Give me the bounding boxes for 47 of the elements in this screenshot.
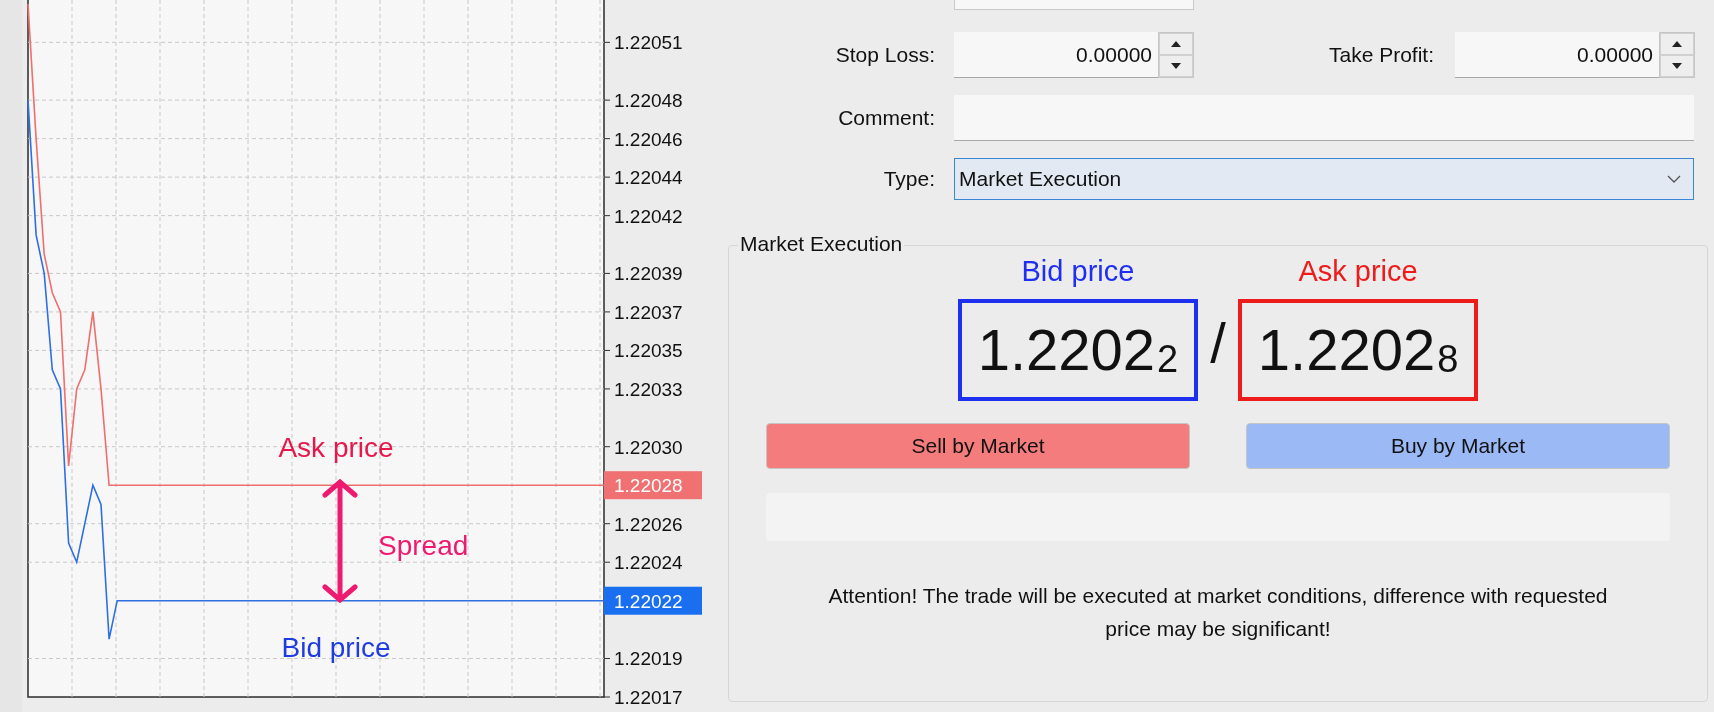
spin-up-button[interactable] (1660, 33, 1694, 55)
spin-up-button[interactable] (1159, 33, 1193, 55)
field-label: Take Profit: (1327, 42, 1434, 69)
pip-digit: 8 (1437, 337, 1459, 382)
axis-label: 1.22042 (614, 205, 683, 227)
triangle-up-icon (1170, 40, 1182, 48)
axis-label: 1.22044 (614, 167, 683, 189)
triangle-up-icon (1671, 40, 1683, 48)
triangle-down-icon (1671, 62, 1683, 70)
number-field[interactable]: 0.00000 (1455, 32, 1659, 78)
price-tag-text: 1.22028 (614, 475, 683, 497)
axis-label: 1.22024 (614, 552, 683, 574)
axis-label: 1.22019 (614, 648, 683, 670)
axis-label: 1.22030 (614, 436, 683, 458)
spin-down-button[interactable] (1660, 55, 1694, 77)
buy-button[interactable]: Buy by Market (1246, 423, 1670, 469)
field-label: Stop Loss: (834, 42, 935, 69)
axis-label: 1.22046 (614, 128, 683, 150)
axis-label: 1.22048 (614, 90, 683, 112)
axis-label: 1.22017 (614, 687, 683, 708)
price-value: 1.2202 (977, 317, 1156, 383)
axis-label: 1.22035 (614, 340, 683, 362)
pip-digit: 2 (1157, 337, 1179, 382)
price-label: Bid price (1021, 254, 1135, 289)
axis-label: 1.22033 (614, 378, 683, 400)
input-field[interactable] (954, 0, 1194, 10)
type-dropdown[interactable]: Market Execution (954, 158, 1694, 200)
spin-down-button[interactable] (1159, 55, 1193, 77)
callout-label: Spread (378, 530, 469, 561)
separator-text: / (1210, 311, 1226, 375)
axis-label: 1.22051 (614, 32, 683, 54)
price-tag-text: 1.22022 (614, 590, 683, 612)
chevron-down-icon (1667, 175, 1681, 183)
notice-text: Attention! The trade will be executed at market conditions, difference with requested price may be significant! (827, 583, 1609, 642)
price-value: 1.2202 (1257, 317, 1436, 383)
field-label: Comment: (837, 105, 935, 132)
field-label: Type: (882, 166, 935, 193)
axis-label: 1.22026 (614, 513, 683, 535)
callout-label: Ask price (278, 432, 394, 463)
comment-field[interactable] (954, 95, 1694, 141)
price-label: Ask price (1298, 254, 1418, 289)
triangle-down-icon (1170, 62, 1182, 70)
callout-label: Bid price (281, 632, 391, 663)
axis-label: 1.22037 (614, 301, 683, 323)
axis-label: 1.22039 (614, 263, 683, 285)
number-field[interactable]: 0.00000 (954, 32, 1158, 78)
sell-button[interactable]: Sell by Market (766, 423, 1190, 469)
